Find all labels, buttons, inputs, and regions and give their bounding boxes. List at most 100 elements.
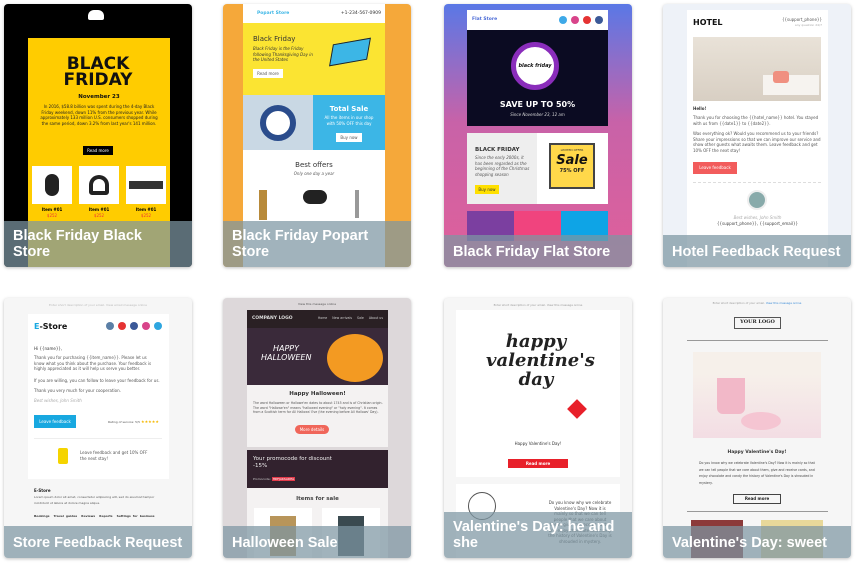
halloween-heading: Happy Halloween! <box>289 391 346 397</box>
estore-sign: Best wishes, John Smith <box>34 398 82 403</box>
popart-hero: Black Friday Black Friday is the Friday … <box>243 23 385 95</box>
bf-heading: BLACK FRIDAY <box>63 54 133 90</box>
popart-body: Black Friday is the Friday following Tha… <box>253 46 313 62</box>
sweet-heading: Happy Valentine's Day! <box>727 450 787 455</box>
template-title: Black Friday Popart Store <box>223 221 411 267</box>
estore-promo: Leave feedback and get 10% OFF the next … <box>80 450 148 461</box>
panel-text: Since the early 2000s, it has been regar… <box>475 155 530 177</box>
facebook-icon <box>595 16 603 24</box>
hotel-p2: Was everything ok? Would you recommend u… <box>693 131 821 153</box>
popart-read-more: Read more <box>253 69 283 78</box>
hotel-sign: Best wishes, John Smith <box>733 215 782 220</box>
read-more-button: Read more <box>508 459 568 468</box>
nav-new-arrivals[interactable]: New arrivals <box>332 316 352 320</box>
your-logo: YOUR LOGO <box>734 317 781 329</box>
nav-home[interactable]: Home <box>318 316 327 320</box>
preheader: Enter short description of your email. V… <box>712 301 802 305</box>
thumbnail-email: happy valentine's day Happy Valentine's … <box>456 310 620 477</box>
shopping-cart-icon <box>329 37 371 67</box>
template-title: Valentine's Day: he and she <box>444 512 632 558</box>
best-offers-sub: Only one day a year <box>293 171 335 176</box>
halloween-banner: HAPPY HALLOWEEN <box>247 328 388 385</box>
template-title: Hotel Feedback Request <box>663 235 851 267</box>
nav-about[interactable]: About us <box>369 316 383 320</box>
valentine-greeting: Happy Valentine's Day! <box>514 441 562 446</box>
service-rating: Rating of service: 5/5 ★★★★★ <box>108 419 159 424</box>
flat-hero: black friday SAVE UP TO 50% Since Novemb… <box>467 30 608 126</box>
nav-sale[interactable]: Sale <box>357 316 364 320</box>
template-card-hotel-feedback-request[interactable]: HOTEL {{support_phone}} any question 24/… <box>663 4 851 267</box>
estore-p1: Thank you for purchasing {{item_name}}. … <box>34 355 152 371</box>
instagram-icon <box>142 322 150 330</box>
template-title: Halloween Sale <box>223 526 411 558</box>
template-title: Store Feedback Request <box>4 526 192 558</box>
estore-p3: Thank you very much for your cooperation… <box>34 388 121 393</box>
bf-date: November 23 <box>78 94 120 100</box>
hotel-greeting: Hello! <box>693 106 707 111</box>
sale-title: Total Sale <box>329 105 369 113</box>
template-card-black-friday-black-store[interactable]: BLACK FRIDAY November 23 In 2016, $58.8 … <box>4 4 192 267</box>
vacuum-image <box>355 190 359 218</box>
template-title: Black Friday Black Store <box>4 221 192 267</box>
estore-greeting: Hi {{name}}, <box>34 346 63 351</box>
facebook-icon <box>130 322 138 330</box>
instagram-icon <box>571 16 579 24</box>
flat-buy-now: Buy now <box>475 185 499 194</box>
footer-text: Lorem ipsum dolor sit amet, consectetur … <box>34 495 155 505</box>
hotel-contacts: {{support_phone}}, {{support_email}} <box>716 221 799 226</box>
template-title: Valentine's Day: sweet <box>663 526 851 558</box>
total-sale-panel: Total Sale All the items in our shop wit… <box>313 95 385 150</box>
sale-text: All the items in our shop with 50% OFF t… <box>324 115 374 126</box>
twitter-icon <box>559 16 567 24</box>
halloween-text: The word Halloween or Hallowe'en dates t… <box>253 401 383 414</box>
bf-body: In 2016, $58.8 billion was spent during … <box>40 104 158 126</box>
hotel-room-image <box>693 37 821 101</box>
sweet-body: Do you know why we celebrate Valentine's… <box>699 461 815 485</box>
panel-title: BLACK FRIDAY <box>475 147 520 153</box>
estore-logo: E-Store <box>34 322 68 331</box>
template-title: Black Friday Flat Store <box>444 235 632 267</box>
leave-feedback-button: Leave feedback <box>693 162 737 174</box>
footer-title: E-Store <box>34 488 51 493</box>
pumpkin-image <box>327 334 383 382</box>
template-card-valentines-he-and-she[interactable]: Enter short description of your email. V… <box>444 298 632 558</box>
estore-leave-feedback: Leave feedback <box>34 415 76 428</box>
popart-heading: Black Friday <box>253 35 296 43</box>
since-text: Since November 23, 12 am <box>510 112 565 117</box>
thumbnail-email: HOTEL {{support_phone}} any question 24/… <box>687 10 828 267</box>
black-friday-badge: black friday <box>511 42 559 90</box>
hotel-logo: HOTEL <box>693 18 723 27</box>
template-card-black-friday-popart-store[interactable]: Popart Store +1-234-567-0909 Black Frida… <box>223 4 411 267</box>
washing-machine-image <box>243 95 313 150</box>
product-grid: Item #01 $252 Item #01 $252 Item #01 $252 <box>32 166 166 218</box>
preheader: Enter short description of your email. V… <box>49 303 147 307</box>
hotel-p1: Thank you for choosing the {{hotel_name}… <box>693 115 819 126</box>
phone-image <box>259 190 267 220</box>
template-card-valentines-sweet[interactable]: Enter short description of your email. V… <box>663 298 851 558</box>
youtube-icon <box>583 16 591 24</box>
save-headline: SAVE UP TO 50% <box>499 100 576 109</box>
thumbnail-email: E-Store Hi {{name}}, Thank you for purch… <box>28 314 169 479</box>
template-card-black-friday-flat-store[interactable]: Flat Store black friday SAVE UP TO 50% S… <box>444 4 632 267</box>
elephant-logo-icon <box>88 10 104 20</box>
avatar <box>747 190 767 210</box>
promocode-panel: Your promocode for discount -15% Promoco… <box>247 450 388 488</box>
popart-phone: +1-234-567-0909 <box>340 11 381 16</box>
hotel-phone-note: any question 24/7 <box>794 23 822 27</box>
template-card-store-feedback-request[interactable]: Enter short description of your email. V… <box>4 298 192 558</box>
hairdryer-image <box>303 190 327 204</box>
youtube-icon <box>118 322 126 330</box>
bf-read-more-button: Read more <box>83 146 113 155</box>
best-offers-title: Best offers <box>295 161 333 169</box>
flat-panel: BLACK FRIDAY Since the early 2000s, it h… <box>467 133 608 204</box>
telegram-icon <box>154 322 162 330</box>
preheader: Enter short description of your email. V… <box>493 303 583 307</box>
cocoa-cookies-image <box>693 352 821 438</box>
hotel-phone: {{support_phone}} <box>781 17 822 22</box>
template-card-halloween-sale[interactable]: View this message online COMPANY LOGO Ho… <box>223 298 411 558</box>
more-details-button: More details <box>295 425 329 434</box>
buy-now-button: Buy now <box>336 133 362 142</box>
heart-icon <box>567 399 587 419</box>
preheader: View this message online <box>297 302 337 306</box>
flat-store-name: Flat Store <box>472 17 498 22</box>
